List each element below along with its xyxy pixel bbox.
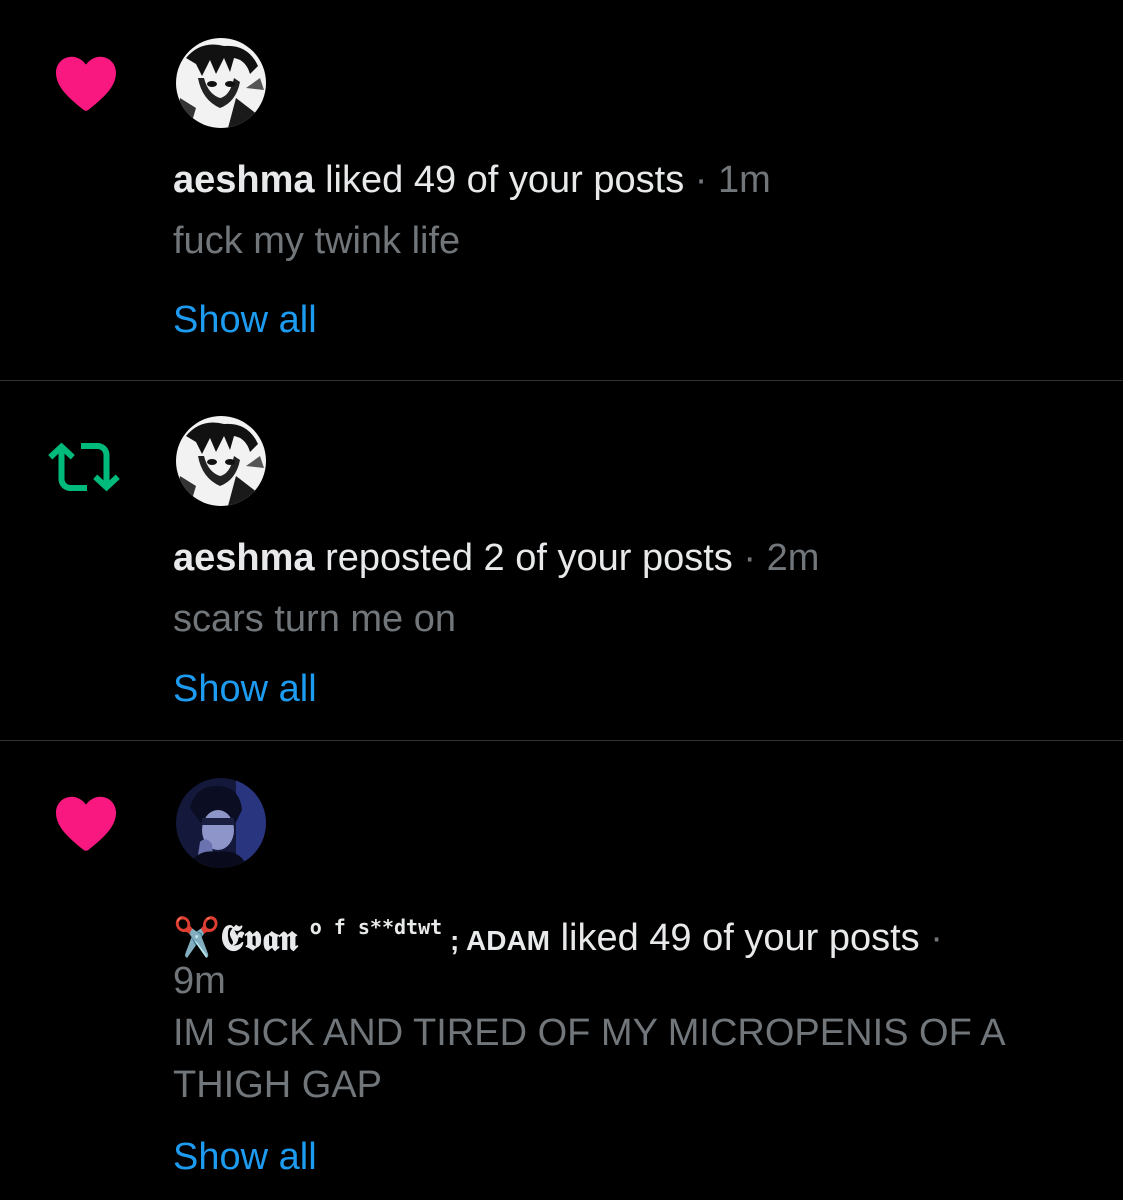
heart-icon: [50, 786, 122, 858]
heart-icon: [50, 46, 122, 118]
post-snippet[interactable]: fuck my twink life: [173, 215, 1083, 267]
post-snippet[interactable]: IM SICK AND TIRED OF MY MICROPENIS OF A …: [173, 1007, 1083, 1111]
user-name-fancy[interactable]: 𝕰𝖛𝖆𝖓: [220, 917, 297, 959]
show-all-link[interactable]: Show all: [173, 663, 317, 715]
notification-text: aeshma reposted 2 of your posts · 2m: [173, 532, 1093, 584]
separator: ·: [919, 917, 943, 959]
scissors-icon: ✂️: [173, 917, 221, 959]
user-name[interactable]: aeshma: [173, 537, 315, 579]
action-text: liked 49 of your posts: [550, 917, 920, 959]
timestamp: 1m: [717, 159, 771, 201]
repost-icon: [48, 431, 120, 503]
timestamp: 2m: [766, 537, 820, 579]
user-name-superscript-2[interactable]: s**dtwt: [358, 915, 442, 939]
notification-repost[interactable]: aeshma reposted 2 of your posts · 2m sca…: [0, 381, 1123, 740]
post-snippet[interactable]: scars turn me on: [173, 593, 1083, 645]
user-name-superscript[interactable]: o f: [298, 915, 358, 939]
notification-like-1[interactable]: aeshma liked 49 of your posts · 1m fuck …: [0, 0, 1123, 380]
avatar[interactable]: [176, 416, 266, 506]
show-all-link[interactable]: Show all: [173, 294, 317, 346]
avatar[interactable]: [176, 778, 266, 868]
user-name[interactable]: aeshma: [173, 159, 315, 201]
avatar[interactable]: [176, 38, 266, 128]
action-text: liked 49 of your posts: [314, 159, 685, 201]
action-text: reposted 2 of your posts: [314, 537, 733, 579]
show-all-link[interactable]: Show all: [173, 1131, 317, 1183]
timestamp: 9m: [173, 960, 226, 1002]
user-name-tail[interactable]: ; ADAM: [442, 925, 550, 956]
notification-text: aeshma liked 49 of your posts · 1m: [173, 154, 1093, 206]
separator: ·: [684, 159, 718, 201]
notification-like-2[interactable]: ✂️𝕰𝖛𝖆𝖓 o f s**dtwt ; ADAM liked 49 of yo…: [0, 741, 1123, 1200]
separator: ·: [732, 537, 767, 579]
